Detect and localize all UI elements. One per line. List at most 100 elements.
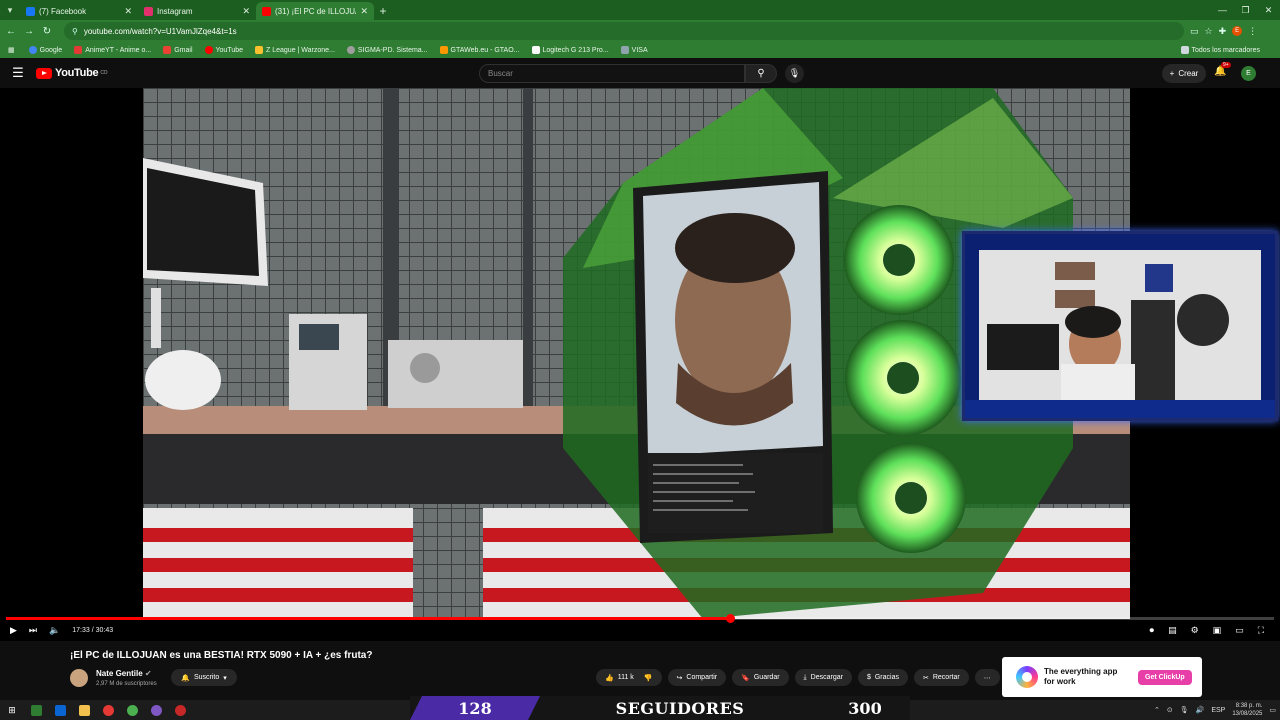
file-explorer-icon[interactable] <box>72 700 96 720</box>
save-button[interactable]: 🔖 Guardar <box>732 669 789 686</box>
volume-icon[interactable]: 🔈 <box>49 625 60 636</box>
youtube-logo[interactable]: YouTube CO <box>36 67 108 79</box>
follower-label: SEGUIDORES <box>615 698 745 718</box>
bookmark-sigma[interactable]: SIGMA-PD. Sistema... <box>346 46 428 54</box>
streamer-webcam <box>962 231 1278 421</box>
bookmark-animeyt[interactable]: AnimeYT - Anime o... <box>74 46 151 54</box>
sponsored-ad[interactable]: The everything app for work Get ClickUp <box>1002 657 1202 697</box>
new-tab-button[interactable]: + <box>374 2 392 20</box>
sigma-icon <box>346 46 355 54</box>
outlook-icon[interactable] <box>48 700 72 720</box>
profile-avatar[interactable]: E <box>1232 26 1243 36</box>
voice-search-button[interactable]: 🎙 <box>785 64 804 83</box>
theater-mode-icon[interactable]: ▭ <box>1235 625 1244 636</box>
subscribed-button[interactable]: 🔔 Suscrito ▾ <box>171 669 237 686</box>
chevron-down-icon: ▾ <box>223 674 227 682</box>
windows-start-icon[interactable]: ⊞ <box>0 700 24 720</box>
clock[interactable]: 8:38 p. m. 13/08/2025 <box>1232 702 1262 718</box>
create-button[interactable]: + Crear <box>1162 64 1206 83</box>
reload-icon[interactable]: ↻ <box>38 26 56 37</box>
close-window-icon[interactable]: ✕ <box>1257 0 1280 20</box>
discord-icon[interactable] <box>144 700 168 720</box>
bookmark-star-icon[interactable]: ☆ <box>1205 26 1213 37</box>
chevron-up-icon[interactable]: ⌃ <box>1154 706 1160 714</box>
tab-search-icon[interactable]: ▾ <box>0 0 20 20</box>
account-avatar[interactable]: E <box>1241 66 1256 81</box>
subtitles-icon[interactable]: ▤ <box>1168 625 1177 636</box>
address-bar-row: ← → ↻ ⚲ youtube.com/watch?v=U1VamJlZqe4&… <box>0 20 1280 42</box>
search-icon: ⚲ <box>757 68 765 79</box>
close-icon[interactable]: ✕ <box>242 6 250 17</box>
bookmark-gmail[interactable]: Gmail <box>163 46 193 54</box>
menu-kebab-icon[interactable]: ⋮ <box>1248 26 1257 37</box>
tab-facebook[interactable]: (7) Facebook ✕ <box>20 2 138 20</box>
share-button[interactable]: ↪ Compartir <box>667 669 727 686</box>
close-icon[interactable]: ✕ <box>360 6 368 17</box>
back-icon[interactable]: ← <box>2 26 20 37</box>
miniplayer-icon[interactable]: ▣ <box>1213 625 1222 636</box>
tab-youtube-active[interactable]: (31) ¡El PC de ILLOJUAN es una ✕ <box>256 2 374 20</box>
gmail-icon <box>163 46 172 54</box>
install-icon[interactable]: ▭ <box>1190 26 1199 37</box>
input-language[interactable]: ESP <box>1211 707 1225 714</box>
scrubber-handle[interactable] <box>726 614 736 623</box>
settings-gear-icon[interactable]: ⚙ <box>1191 625 1199 636</box>
ad-cta-button[interactable]: Get ClickUp <box>1138 669 1192 685</box>
bookmark-google[interactable]: Google <box>28 46 62 54</box>
channel-avatar[interactable] <box>70 669 88 687</box>
notifications-button[interactable]: 🔔 9+ <box>1214 62 1231 77</box>
clip-button[interactable]: ✂ Recortar <box>913 669 969 686</box>
webcam-scene <box>965 234 1275 418</box>
gtaweb-icon <box>439 46 448 54</box>
site-info-icon[interactable]: ⚲ <box>72 27 78 36</box>
calendar-app-icon[interactable] <box>24 700 48 720</box>
menu-hamburger-icon[interactable]: ☰ <box>0 65 36 81</box>
bookmark-gtaweb[interactable]: GTAWeb.eu - GTAO... <box>439 46 520 54</box>
next-icon[interactable]: ⏭ <box>29 625 37 636</box>
minimize-icon[interactable]: — <box>1211 0 1234 20</box>
subscriber-count: 2,97 M de suscriptores <box>96 681 157 687</box>
restore-icon[interactable]: ❐ <box>1234 0 1257 20</box>
fullscreen-icon[interactable]: ⛶ <box>1258 625 1264 636</box>
download-button[interactable]: ⤓ Descargar <box>794 669 852 686</box>
thanks-button[interactable]: $ Gracias <box>857 669 908 686</box>
search-button[interactable]: ⚲ <box>745 64 777 83</box>
autoplay-toggle-icon[interactable]: ⏺ <box>1150 625 1155 636</box>
extensions-icon[interactable]: ✚ <box>1219 26 1227 37</box>
bookmark-logitech[interactable]: Logitech G 213 Pro... <box>531 46 609 54</box>
facebook-icon <box>26 6 35 16</box>
bookmark-icon: 🔖 <box>741 674 750 682</box>
more-actions-button[interactable]: ⋯ <box>974 669 1000 686</box>
omnibox[interactable]: ⚲ youtube.com/watch?v=U1VamJlZqe4&t=1s <box>64 22 1184 40</box>
tab-title: (7) Facebook <box>39 6 87 16</box>
player-controls: ▶ ⏭ 🔈 17:33 / 30:43 ⏺ ▤ ⚙ ▣ ▭ ⛶ <box>0 614 1280 641</box>
follower-count: 128 <box>410 696 540 720</box>
share-icon: ↪ <box>676 674 683 682</box>
thumbs-down-icon[interactable]: 👎 <box>644 674 653 682</box>
channel-name[interactable]: Nate Gentile ✔ <box>96 669 152 678</box>
tab-instagram[interactable]: Instagram ✕ <box>138 2 256 20</box>
logitech-icon <box>531 46 540 54</box>
forward-icon[interactable]: → <box>20 26 38 37</box>
verified-icon: ✔ <box>144 669 152 678</box>
speaker-icon[interactable]: 🔊 <box>1196 706 1205 714</box>
apps-grid-icon[interactable]: ▦ <box>8 46 15 54</box>
close-icon[interactable]: ✕ <box>124 6 132 17</box>
progress-bar[interactable] <box>6 614 1274 623</box>
bookmark-zleague[interactable]: Z League | Warzone... <box>255 46 335 54</box>
search-input[interactable]: Buscar <box>479 64 745 83</box>
obs-icon[interactable] <box>168 700 192 720</box>
xbox-icon[interactable] <box>120 700 144 720</box>
like-button[interactable]: 👍 111 k 👎 <box>596 669 662 686</box>
youtube-masthead: ☰ YouTube CO Buscar ⚲ 🎙 + Crear 🔔 9+ E <box>0 58 1280 88</box>
notification-center-icon[interactable]: ▭ <box>1269 706 1276 714</box>
play-icon[interactable]: ▶ <box>10 625 17 636</box>
all-bookmarks[interactable]: Todos los marcadores <box>1180 46 1260 54</box>
video-player[interactable]: ▶ ⏭ 🔈 17:33 / 30:43 ⏺ ▤ ⚙ ▣ ▭ ⛶ <box>0 88 1280 641</box>
chrome-icon[interactable] <box>96 700 120 720</box>
network-icon[interactable]: ⊙ <box>1167 706 1173 714</box>
mic-icon[interactable]: 🎙 <box>1180 706 1189 714</box>
bookmark-visa[interactable]: VISA <box>620 46 648 54</box>
follower-goal-overlay: 128 SEGUIDORES 300 <box>410 696 910 720</box>
bookmark-youtube[interactable]: YouTube <box>204 46 243 54</box>
